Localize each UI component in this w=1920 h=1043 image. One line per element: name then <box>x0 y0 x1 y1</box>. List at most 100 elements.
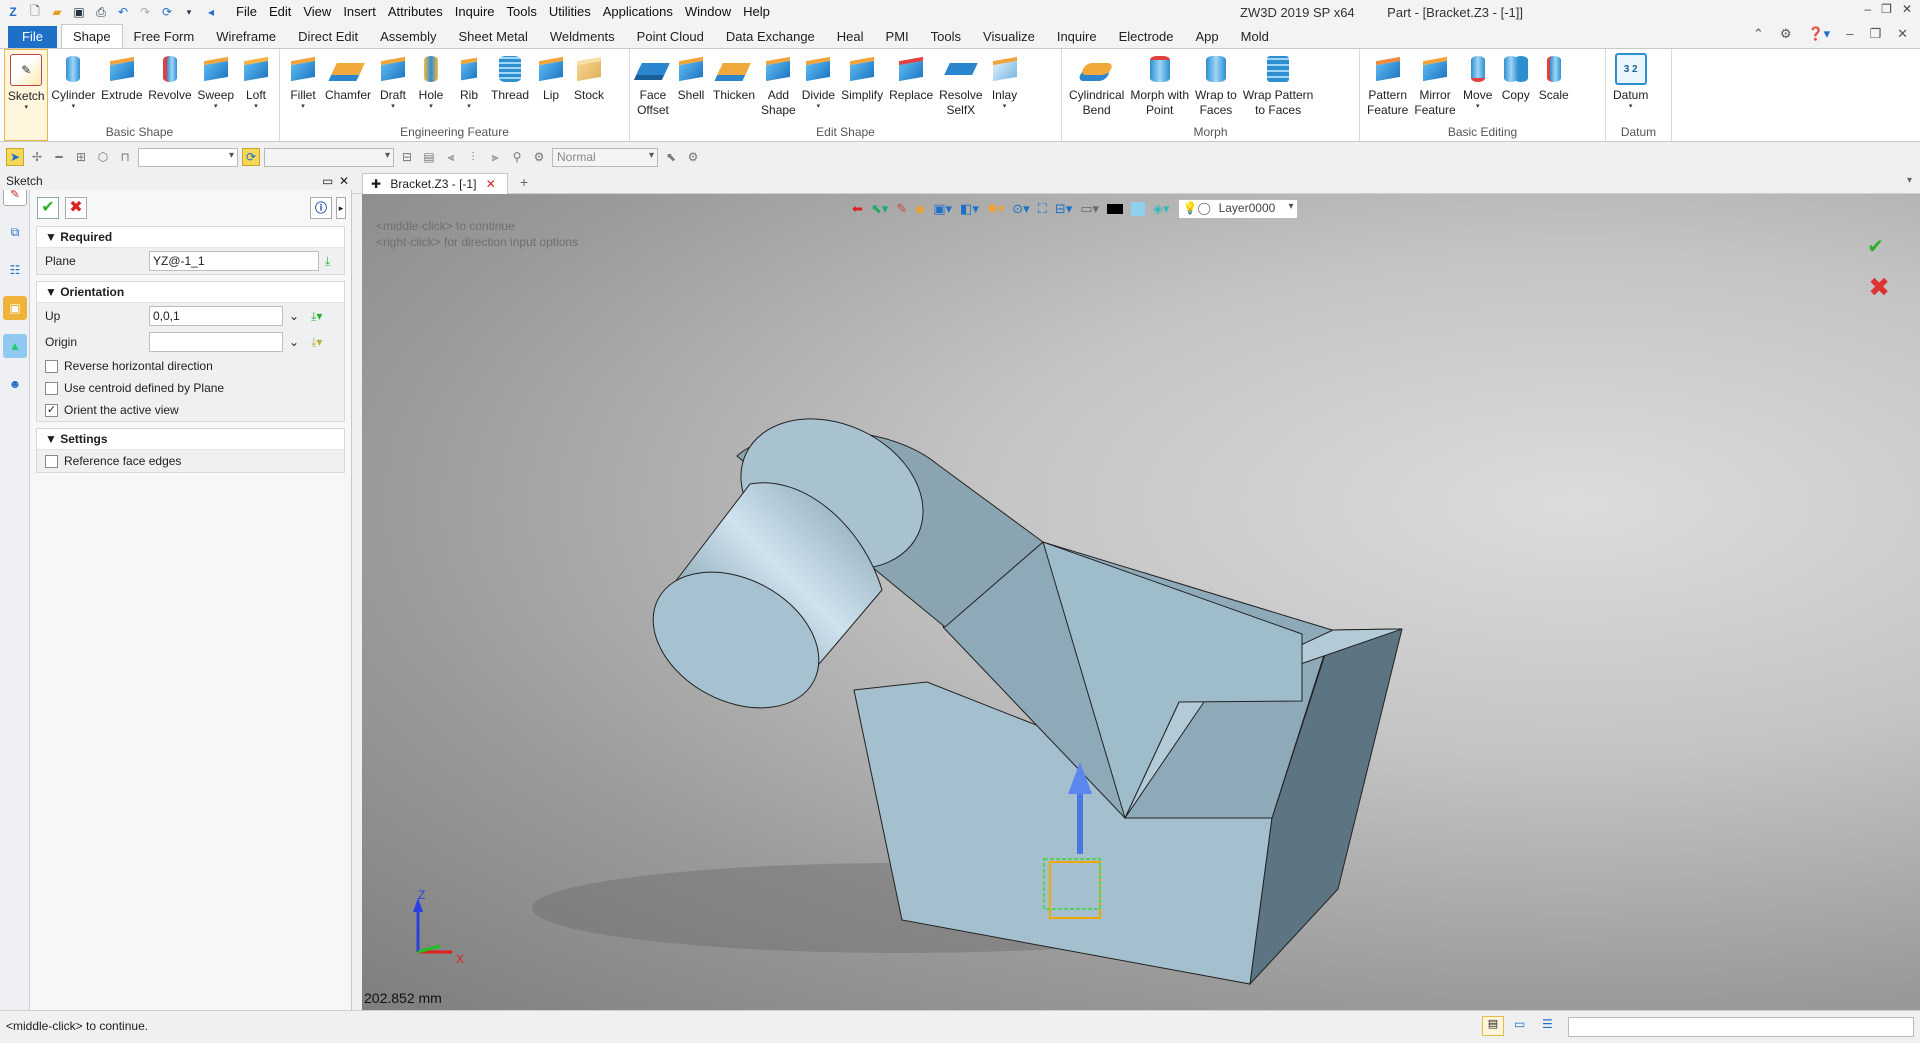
line-icon[interactable]: ━ <box>50 148 68 166</box>
origin-field[interactable] <box>149 332 283 352</box>
double-chevron-icon[interactable]: ⌄ <box>289 335 299 349</box>
move-axes-icon[interactable]: ✢ <box>28 148 46 166</box>
tab-assembly[interactable]: Assembly <box>369 26 447 48</box>
bracket-model[interactable] <box>362 194 1920 1010</box>
reverse-checkbox[interactable] <box>45 359 58 373</box>
filter-combo[interactable] <box>138 147 238 167</box>
filter-icon[interactable]: ⊞ <box>72 148 90 166</box>
close-icon[interactable]: ✕ <box>486 177 496 191</box>
pin-icon[interactable]: ▭ <box>322 172 333 190</box>
history-tree-icon[interactable]: ⧉ <box>3 220 27 244</box>
minimize-icon[interactable]: – <box>1846 26 1853 42</box>
orient-checkbox-row[interactable]: ✓ Orient the active view <box>37 399 344 421</box>
orientation-header[interactable]: ▼ Orientation <box>37 282 344 303</box>
info-button[interactable]: ⓘ <box>310 197 332 219</box>
back-arrow-icon[interactable]: ◂ <box>202 4 220 20</box>
menu-tools[interactable]: Tools <box>501 0 543 24</box>
tab-tools[interactable]: Tools <box>920 26 972 48</box>
plane-field[interactable]: YZ@-1_1 <box>149 251 319 271</box>
up-field[interactable]: 0,0,1 <box>149 306 283 326</box>
redo-icon[interactable]: ↷ <box>136 4 154 20</box>
tab-free-form[interactable]: Free Form <box>123 26 206 48</box>
app-logo-icon[interactable]: Z <box>4 4 22 20</box>
tab-shape[interactable]: Shape <box>60 24 123 48</box>
print-icon[interactable]: ⎙ <box>92 4 110 20</box>
tab-wireframe[interactable]: Wireframe <box>205 26 287 48</box>
menu-utilities[interactable]: Utilities <box>543 0 597 24</box>
double-chevron-icon[interactable]: ⌄ <box>289 309 299 323</box>
menu-edit[interactable]: Edit <box>263 0 297 24</box>
align-left-icon[interactable]: ⫷ <box>442 148 460 166</box>
pick-icon[interactable]: ⤓▾ <box>311 335 322 350</box>
part-icon[interactable]: ▣ <box>3 296 27 320</box>
select-pointer-icon[interactable]: ➤ <box>6 148 24 166</box>
tab-inquire[interactable]: Inquire <box>1046 26 1108 48</box>
monitor-icon[interactable]: ▭ <box>1514 1017 1525 1031</box>
tab-point-cloud[interactable]: Point Cloud <box>626 26 715 48</box>
menu-inquire[interactable]: Inquire <box>449 0 501 24</box>
tab-electrode[interactable]: Electrode <box>1108 26 1185 48</box>
save-icon[interactable]: ▣ <box>70 4 88 20</box>
add-tab-icon[interactable]: + <box>520 174 528 190</box>
tab-sheet-metal[interactable]: Sheet Metal <box>448 26 539 48</box>
chevron-down-icon[interactable]: ▾ <box>1907 175 1912 186</box>
chevron-down-icon[interactable]: ▾ <box>180 4 198 20</box>
undo-icon[interactable]: ↶ <box>114 4 132 20</box>
align-center-icon[interactable]: ⫶ <box>464 148 482 166</box>
cancel-button[interactable]: ✖ <box>65 197 87 219</box>
document-tab[interactable]: ✚ Bracket.Z3 - [-1] ✕ <box>362 173 508 194</box>
assembly-tree-icon[interactable]: ☷ <box>3 258 27 282</box>
hexagon-icon[interactable]: ⬡ <box>94 148 112 166</box>
close-icon[interactable]: ✕ <box>339 172 349 190</box>
command-input[interactable] <box>1568 1017 1914 1037</box>
settings-icon[interactable]: ⚙ <box>684 148 702 166</box>
graphics-viewport[interactable]: <middle-click> to continue <right-click>… <box>362 194 1920 1010</box>
render-mode-combo[interactable]: Normal <box>552 147 658 167</box>
ref-edges-checkbox[interactable] <box>45 454 58 468</box>
menu-view[interactable]: View <box>297 0 337 24</box>
attribute-combo[interactable] <box>264 147 394 167</box>
tab-mold[interactable]: Mold <box>1230 26 1280 48</box>
restore-icon[interactable]: ❐ <box>1869 26 1881 42</box>
level-icon[interactable]: ⊓ <box>116 148 134 166</box>
ruler-icon[interactable]: ▤ <box>420 148 438 166</box>
new-file-icon[interactable]: 🗋 <box>26 4 44 20</box>
settings-header[interactable]: ▼ Settings <box>37 429 344 450</box>
cursor-icon[interactable]: ⬉ <box>662 148 680 166</box>
gear-icon[interactable]: ⚙ <box>1780 26 1792 42</box>
regen-icon[interactable]: ⟳ <box>158 4 176 20</box>
reverse-checkbox-row[interactable]: Reverse horizontal direction <box>37 355 344 377</box>
align-right-icon[interactable]: ⫸ <box>486 148 504 166</box>
status-mode-icon[interactable]: ▤ <box>1482 1016 1504 1036</box>
render-gear-icon[interactable]: ⚙ <box>530 148 548 166</box>
refresh-icon[interactable]: ⟳ <box>242 148 260 166</box>
menu-window[interactable]: Window <box>679 0 737 24</box>
tab-weldments[interactable]: Weldments <box>539 26 626 48</box>
menu-attributes[interactable]: Attributes <box>382 0 449 24</box>
tab-data-exchange[interactable]: Data Exchange <box>715 26 826 48</box>
restore-icon[interactable]: ❐ <box>1881 2 1892 16</box>
menu-help[interactable]: Help <box>737 0 776 24</box>
tab-direct-edit[interactable]: Direct Edit <box>287 26 369 48</box>
centroid-checkbox-row[interactable]: Use centroid defined by Plane <box>37 377 344 399</box>
up-arrow-icon[interactable]: ⌃ <box>1753 26 1764 42</box>
help-icon[interactable]: ❓▾ <box>1807 26 1830 42</box>
tab-app[interactable]: App <box>1185 26 1230 48</box>
user-icon[interactable]: ☻ <box>3 372 27 396</box>
close-icon[interactable]: ✕ <box>1902 2 1912 16</box>
tab-pmi[interactable]: PMI <box>875 26 920 48</box>
minimize-icon[interactable]: – <box>1864 2 1871 16</box>
tab-heal[interactable]: Heal <box>826 26 875 48</box>
orient-checkbox[interactable]: ✓ <box>45 403 58 417</box>
centroid-checkbox[interactable] <box>45 381 58 395</box>
image-icon[interactable]: ▲ <box>3 334 27 358</box>
tab-visualize[interactable]: Visualize <box>972 26 1046 48</box>
menu-file[interactable]: File <box>230 0 263 24</box>
pick-icon[interactable]: ⤓ <box>325 254 330 269</box>
open-folder-icon[interactable]: ▰ <box>48 4 66 20</box>
ref-edges-checkbox-row[interactable]: Reference face edges <box>37 450 344 472</box>
required-header[interactable]: ▼ Required <box>37 227 344 248</box>
close-icon[interactable]: ✕ <box>1897 26 1908 42</box>
ok-button[interactable]: ✔ <box>37 197 59 219</box>
menu-insert[interactable]: Insert <box>337 0 382 24</box>
